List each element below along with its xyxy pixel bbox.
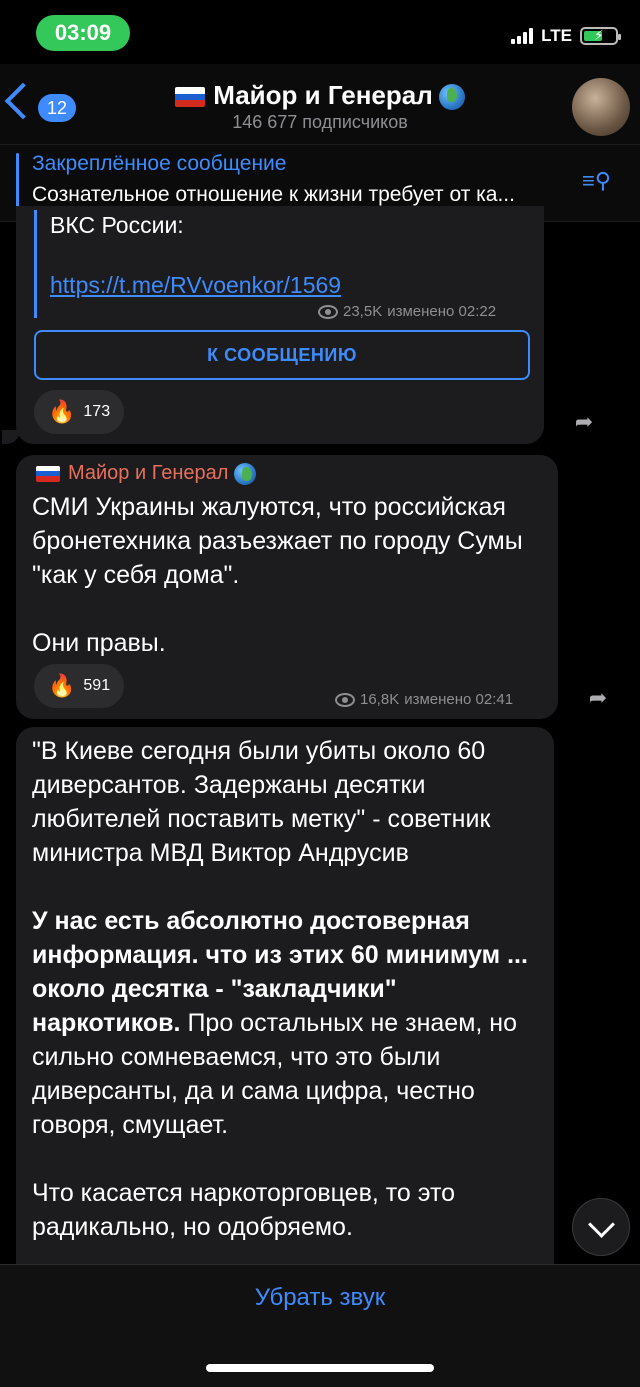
message-text: СМИ Украины жалуются, что российская бро… (32, 493, 523, 657)
chevron-down-icon (588, 1211, 615, 1238)
russia-flag-icon (36, 465, 60, 482)
reaction-count: 173 (83, 403, 111, 420)
view-count: 16,8K (360, 691, 400, 708)
channel-avatar[interactable] (572, 78, 630, 136)
status-time: 03:09 (36, 15, 130, 51)
share-icon[interactable]: ➦ (566, 404, 602, 440)
message-meta: 23,5K изменено 02:22 (318, 303, 496, 320)
scroll-down-button[interactable] (572, 1198, 630, 1256)
reaction-count: 591 (83, 677, 111, 694)
pinned-title: Закреплённое сообщение (32, 152, 287, 175)
russia-flag-icon (175, 87, 206, 108)
pinned-text: Сознательное отношение к жизни требует о… (32, 183, 515, 206)
view-count: 23,5K (343, 303, 383, 320)
quote-text: ВКС России: (50, 212, 184, 238)
eye-icon (335, 692, 355, 707)
fire-reaction[interactable]: 🔥 173 (34, 390, 125, 434)
message-text-part: "В Киеве сегодня были убиты около 60 див… (32, 737, 491, 867)
sender-name: Майор и Генерал (68, 462, 229, 484)
edited-time: изменено 02:22 (387, 303, 497, 320)
channel-title-text: Майор и Генерал (213, 80, 433, 110)
go-to-message-button[interactable]: К СООБЩЕНИЮ (34, 330, 530, 380)
message-text-part: Про остальных не знаем, но сильно сомнев… (32, 1009, 517, 1241)
fire-reaction[interactable]: 🔥 591 (34, 664, 125, 708)
message-text: "В Киеве сегодня были убиты около 60 див… (32, 734, 542, 1244)
pinned-accent-line (16, 153, 19, 209)
home-indicator (206, 1364, 434, 1372)
edited-time: изменено 02:41 (404, 691, 514, 708)
back-unread-badge[interactable]: 12 (38, 94, 76, 122)
globe-icon (234, 462, 257, 485)
fire-icon: 🔥 (48, 673, 76, 698)
message-sender[interactable]: Майор и Генерал (36, 462, 257, 485)
channel-title[interactable]: Майор и Генерал (150, 80, 490, 111)
message-meta: 16,8K изменено 02:41 (335, 691, 513, 708)
bubble-tail (2, 430, 20, 444)
eye-icon (318, 304, 338, 319)
unmute-button[interactable]: Убрать звук (0, 1284, 640, 1312)
status-indicators: LTE ⚡ (511, 26, 621, 46)
share-icon[interactable]: ➦ (580, 680, 616, 716)
globe-icon (438, 84, 465, 111)
signal-icon (511, 28, 534, 44)
pinned-list-icon[interactable]: ≡⚲ (582, 168, 611, 194)
message-link[interactable]: https://t.me/RVvoenkor/1569 (50, 272, 341, 299)
network-label: LTE (541, 26, 572, 45)
quote-accent-line (34, 210, 37, 318)
battery-icon: ⚡ (580, 27, 621, 45)
fire-icon: 🔥 (48, 399, 76, 424)
subscriber-count: 146 677 подписчиков (232, 112, 408, 132)
